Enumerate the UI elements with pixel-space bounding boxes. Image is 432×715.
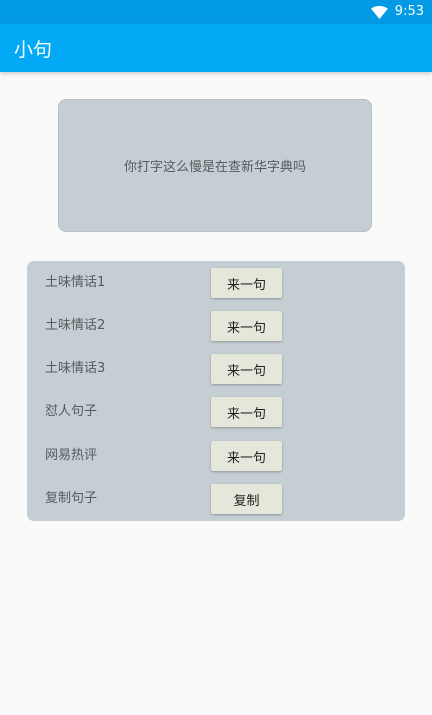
- option-row-netease-comments: 网易热评 来一句: [27, 439, 405, 473]
- status-icons: 9:53: [370, 0, 424, 24]
- option-row-tuwei-1: 土味情话1 来一句: [27, 266, 405, 300]
- option-label: 复制句子: [45, 491, 98, 506]
- status-bar: 9:53: [0, 0, 432, 24]
- option-row-copy: 复制句子 复制: [27, 482, 405, 516]
- get-sentence-button[interactable]: 来一句: [211, 268, 282, 298]
- option-label: 土味情话2: [45, 318, 106, 333]
- options-panel: 土味情话1 来一句 土味情话2 来一句 土味情话3 来一句 怼人句子 来一句 网…: [27, 261, 405, 521]
- app-title: 小句: [14, 38, 53, 61]
- option-label: 土味情话1: [45, 275, 106, 290]
- quote-text: 你打字这么慢是在查新华字典吗: [123, 160, 306, 175]
- get-sentence-button[interactable]: 来一句: [211, 311, 282, 341]
- get-sentence-button[interactable]: 来一句: [211, 441, 282, 471]
- quote-card: 你打字这么慢是在查新华字典吗: [58, 99, 372, 232]
- option-row-tuwei-2: 土味情话2 来一句: [27, 309, 405, 343]
- app-bar: 小句: [0, 24, 432, 72]
- wifi-icon: [370, 5, 388, 19]
- option-row-tuwei-3: 土味情话3 来一句: [27, 352, 405, 386]
- option-label: 怼人句子: [45, 404, 98, 419]
- option-row-roast: 怼人句子 来一句: [27, 395, 405, 429]
- status-time: 9:53: [394, 4, 424, 19]
- option-label: 网易热评: [45, 448, 98, 463]
- copy-button[interactable]: 复制: [211, 484, 282, 514]
- get-sentence-button[interactable]: 来一句: [211, 397, 282, 427]
- get-sentence-button[interactable]: 来一句: [211, 354, 282, 384]
- option-label: 土味情话3: [45, 361, 106, 376]
